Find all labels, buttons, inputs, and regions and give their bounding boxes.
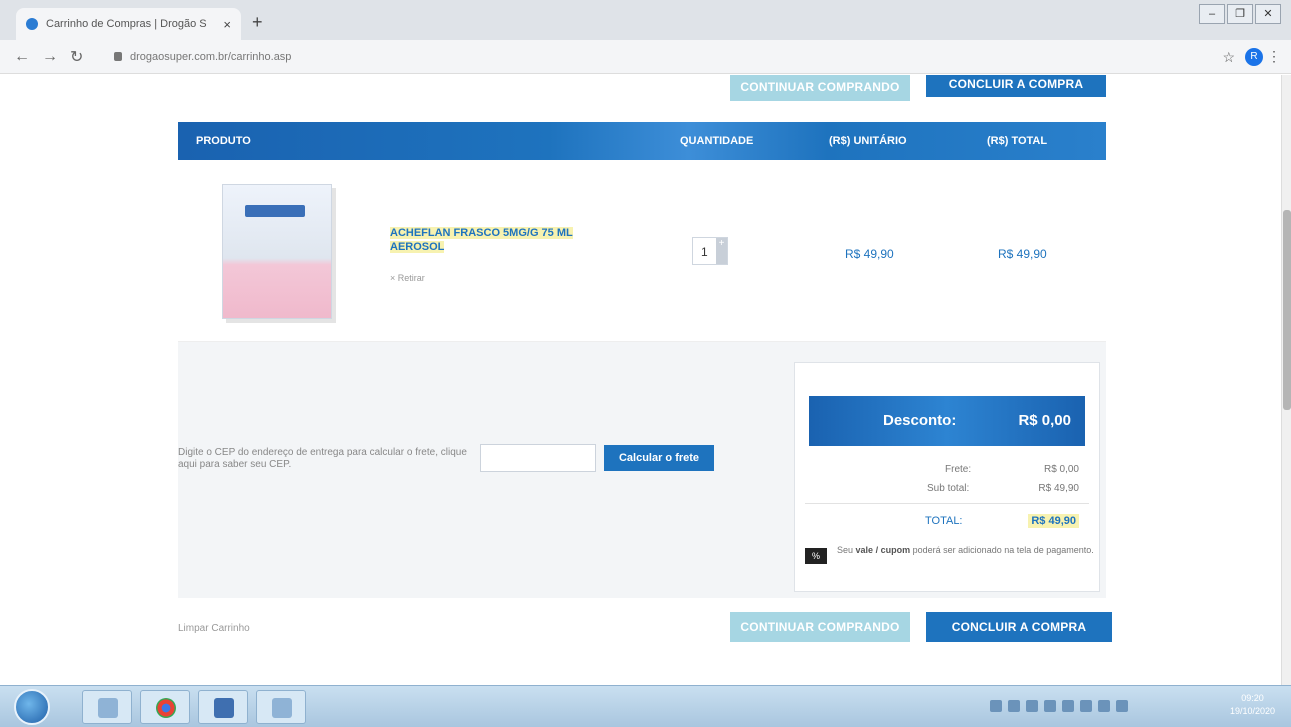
continue-shopping-button-top[interactable]: CONTINUAR COMPRANDO xyxy=(730,75,910,101)
forward-arrow-icon[interactable]: → xyxy=(42,48,58,66)
browser-tab-bar: Carrinho de Compras | Drogão S × + – ❐ ✕ xyxy=(0,0,1291,40)
tray-icon[interactable] xyxy=(1116,700,1128,712)
shipping-instructions[interactable]: Digite o CEP do endereço de entrega para… xyxy=(178,447,468,471)
col-product: PRODUTO xyxy=(196,135,251,147)
close-window-icon[interactable]: ✕ xyxy=(1255,4,1281,24)
profile-avatar[interactable]: R xyxy=(1245,48,1263,66)
col-unit-price: (R$) UNITÁRIO xyxy=(829,135,907,147)
minimize-icon[interactable]: – xyxy=(1199,4,1225,24)
quantity-plus-icon[interactable]: + xyxy=(716,238,727,264)
browser-tab[interactable]: Carrinho de Compras | Drogão S × xyxy=(16,8,241,40)
start-button-icon[interactable] xyxy=(14,689,50,725)
clear-cart-link[interactable]: Limpar Carrinho xyxy=(178,623,250,634)
tray-icon[interactable] xyxy=(1008,700,1020,712)
coupon-percent-icon: % xyxy=(805,548,827,564)
os-taskbar: 09:20 19/10/2020 xyxy=(0,685,1291,727)
quantity-stepper[interactable]: 1 + xyxy=(692,237,728,265)
col-quantity: QUANTIDADE xyxy=(680,135,754,147)
tray-icon[interactable] xyxy=(990,700,1002,712)
discount-box: Desconto: R$ 0,00 xyxy=(809,396,1085,446)
taskbar-calculator-icon[interactable] xyxy=(198,690,248,724)
tab-close-icon[interactable]: × xyxy=(223,17,231,32)
address-bar: ← → ↻ drogaosuper.com.br/carrinho.asp ☆ … xyxy=(0,40,1291,74)
new-tab-icon[interactable]: + xyxy=(252,12,263,33)
browser-menu-icon[interactable]: ⋮ xyxy=(1267,48,1281,65)
total-label: TOTAL: xyxy=(925,515,963,527)
subtotal-label: Sub total: xyxy=(927,483,970,494)
col-total-price: (R$) TOTAL xyxy=(987,135,1048,147)
tray-icon[interactable] xyxy=(1062,700,1074,712)
unit-price: R$ 49,90 xyxy=(845,247,894,261)
checkout-button-bottom[interactable]: CONCLUIR A COMPRA xyxy=(926,612,1112,642)
cart-item-row: ACHEFLAN FRASCO 5MG/G 75 ML AEROSOL × Re… xyxy=(178,160,1106,342)
product-name-link[interactable]: ACHEFLAN FRASCO 5MG/G 75 ML AEROSOL xyxy=(390,226,620,254)
cep-input[interactable] xyxy=(480,444,596,472)
taskbar-clock[interactable]: 09:20 19/10/2020 xyxy=(1230,692,1275,718)
freight-value: R$ 0,00 xyxy=(1043,464,1079,475)
bookmark-star-icon[interactable]: ☆ xyxy=(1222,49,1235,66)
cart-table-header: PRODUTO QUANTIDADE (R$) UNITÁRIO (R$) TO… xyxy=(178,122,1106,160)
product-brand-logo xyxy=(245,205,305,217)
tray-icon[interactable] xyxy=(1044,700,1056,712)
url-text: drogaosuper.com.br/carrinho.asp xyxy=(130,50,292,63)
taskbar-document-icon[interactable] xyxy=(256,690,306,724)
taskbar-explorer-icon[interactable] xyxy=(82,690,132,724)
order-summary: Desconto: R$ 0,00 Frete: R$ 0,00 Sub tot… xyxy=(794,362,1100,592)
coupon-note: Seu vale / cupom poderá ser adicionado n… xyxy=(837,545,1094,555)
tray-icon[interactable] xyxy=(1098,700,1110,712)
discount-value: R$ 0,00 xyxy=(1018,412,1071,429)
product-image[interactable] xyxy=(222,184,332,319)
url-field[interactable]: drogaosuper.com.br/carrinho.asp xyxy=(114,51,291,63)
quantity-value: 1 xyxy=(701,245,708,259)
reload-icon[interactable]: ↻ xyxy=(70,47,84,67)
taskbar-chrome-icon[interactable] xyxy=(140,690,190,724)
total-value: R$ 49,90 xyxy=(1028,514,1079,528)
tray-icon[interactable] xyxy=(1080,700,1092,712)
window-controls: – ❐ ✕ xyxy=(1197,4,1281,24)
cart-lower-section: Digite o CEP do endereço de entrega para… xyxy=(178,342,1106,598)
continue-shopping-button-bottom[interactable]: CONTINUAR COMPRANDO xyxy=(730,612,910,642)
page-scrollbar[interactable] xyxy=(1281,75,1291,685)
system-tray xyxy=(990,700,1134,712)
lock-icon xyxy=(114,52,122,61)
line-total-price: R$ 49,90 xyxy=(998,247,1047,261)
page-viewport: CONTINUAR COMPRANDO CONCLUIR A COMPRA PR… xyxy=(0,75,1281,685)
maximize-icon[interactable]: ❐ xyxy=(1227,4,1253,24)
site-favicon-icon xyxy=(26,18,38,30)
checkout-button-top[interactable]: CONCLUIR A COMPRA xyxy=(926,75,1106,97)
summary-divider xyxy=(805,503,1089,504)
back-arrow-icon[interactable]: ← xyxy=(14,48,30,66)
remove-item-link[interactable]: × Retirar xyxy=(390,273,425,283)
freight-label: Frete: xyxy=(945,464,972,475)
subtotal-value: R$ 49,90 xyxy=(1038,483,1079,494)
tab-title: Carrinho de Compras | Drogão S xyxy=(46,18,207,30)
calculate-freight-button[interactable]: Calcular o frete xyxy=(604,445,714,471)
tray-icon[interactable] xyxy=(1026,700,1038,712)
discount-label: Desconto: xyxy=(883,412,957,429)
scrollbar-thumb[interactable] xyxy=(1283,210,1291,410)
